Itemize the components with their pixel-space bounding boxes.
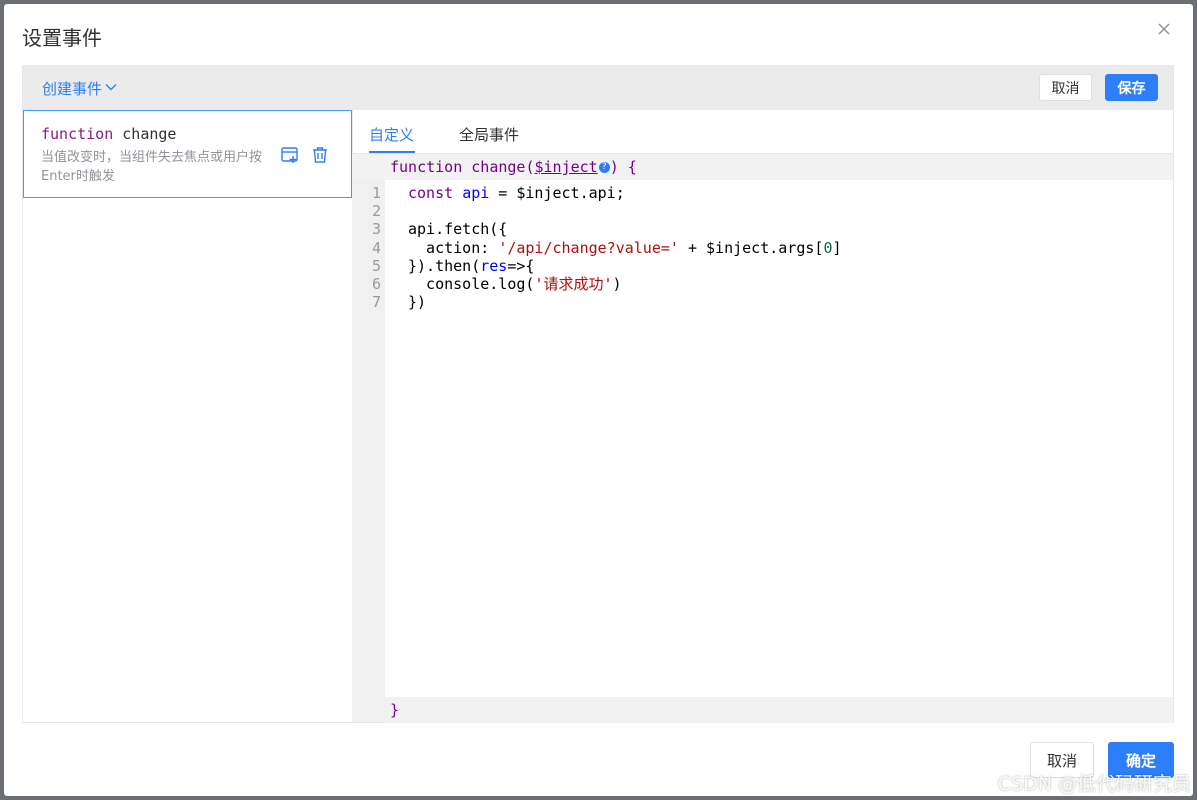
event-description: 当值改变时，当组件失去焦点或用户按Enter时触发 [41,150,263,184]
event-keyword: function [41,125,114,143]
toolbar: 创建事件 取消 保存 [23,66,1173,110]
header-function-name: change( [471,158,535,176]
code-line: console.log('请求成功') [408,274,622,293]
event-list: function change 当值改变时，当组件失去焦点或用户按Enter时触… [23,110,353,722]
code-line: api.fetch({ [408,220,508,239]
code-line: const api = $inject.api; [408,184,625,202]
line-number: 3 [371,220,381,239]
code-pane: 自定义 全局事件 function change($inject?) { 1 2… [352,110,1173,723]
event-signature: function change [41,125,176,143]
trash-icon[interactable] [310,145,330,165]
header-tail: ) { [609,158,637,176]
event-settings-dialog: 设置事件 创建事件 取消 保存 function change 当值改变时，当组… [4,4,1193,796]
tab-custom[interactable]: 自定义 [369,124,414,145]
code-editor[interactable]: const api = $inject.api; api.fetch({ act… [408,184,842,311]
create-event-dropdown[interactable]: 创建事件 [42,78,118,99]
save-button[interactable]: 保存 [1105,74,1158,101]
add-icon[interactable] [280,145,300,165]
inject-argument-link[interactable]: $inject [535,158,598,176]
line-numbers: 1 2 3 4 5 6 7 [352,184,381,311]
line-number: 4 [371,238,381,257]
event-actions [280,145,330,165]
line-number: 2 [371,202,381,221]
event-name: change [122,125,177,143]
cancel-button[interactable]: 取消 [1039,74,1092,101]
event-item-change[interactable]: function change 当值改变时，当组件失去焦点或用户按Enter时触… [23,110,352,198]
tab-active-indicator [369,151,415,153]
event-editor-panel: 创建事件 取消 保存 function change 当值改变时，当组件失去焦点… [22,65,1174,723]
function-header: function change($inject?) { [352,154,1173,180]
code-line: }).then(res=>{ [408,256,535,275]
close-icon[interactable] [1153,18,1175,40]
create-event-label: 创建事件 [42,80,103,98]
code-line: }) [408,293,427,312]
line-number: 7 [371,293,381,312]
function-footer: } [385,697,1173,723]
line-number: 1 [371,184,381,202]
code-line: action: '/api/change?value=' + $inject.a… [408,238,842,257]
tab-bar: 自定义 全局事件 [352,110,1173,154]
line-number: 5 [371,256,381,275]
tab-global-events[interactable]: 全局事件 [459,124,519,145]
watermark: CSDN @低代码研究员 [997,773,1191,795]
help-icon[interactable]: ? [598,162,610,173]
line-number: 6 [371,274,381,293]
header-keyword: function [390,158,463,176]
chevron-down-icon [104,80,118,98]
dialog-title: 设置事件 [22,26,102,50]
